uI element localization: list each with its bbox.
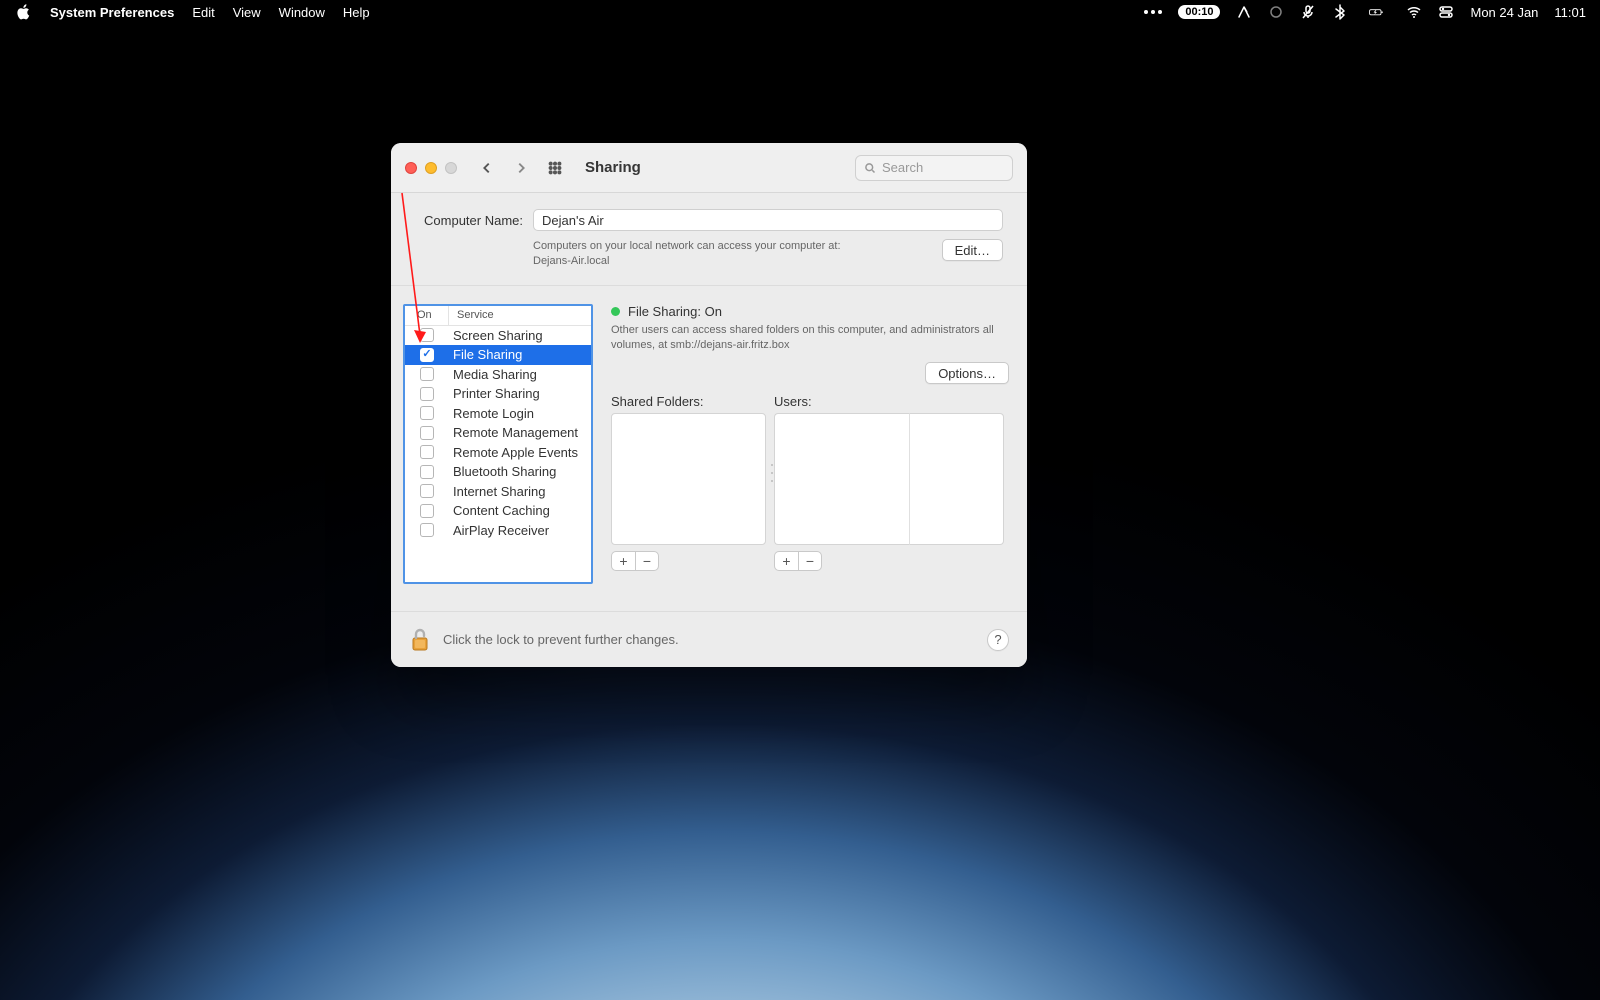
timer-pill[interactable]: 00:10 — [1178, 5, 1220, 19]
service-row-remote-management[interactable]: Remote Management — [405, 423, 591, 443]
add-folder-button[interactable]: + — [611, 551, 635, 571]
service-checkbox[interactable] — [420, 465, 434, 479]
computer-name-label: Computer Name: — [415, 213, 523, 228]
service-row-internet-sharing[interactable]: Internet Sharing — [405, 482, 591, 502]
control-center-icon[interactable] — [1438, 4, 1454, 20]
service-row-screen-sharing[interactable]: Screen Sharing — [405, 326, 591, 346]
zoom-button[interactable] — [445, 162, 457, 174]
bluetooth-icon[interactable] — [1332, 4, 1348, 20]
users-label: Users: — [774, 394, 1004, 409]
traffic-lights — [405, 162, 457, 174]
service-row-airplay-receiver[interactable]: AirPlay Receiver — [405, 521, 591, 541]
service-row-media-sharing[interactable]: Media Sharing — [405, 365, 591, 385]
status-description: Other users can access shared folders on… — [611, 323, 1009, 353]
menu-help[interactable]: Help — [343, 5, 370, 20]
apple-menu-icon[interactable] — [16, 4, 32, 20]
options-button[interactable]: Options… — [925, 362, 1009, 384]
service-checkbox[interactable] — [420, 484, 434, 498]
service-row-remote-apple-events[interactable]: Remote Apple Events — [405, 443, 591, 463]
menubar-date[interactable]: Mon 24 Jan — [1470, 5, 1538, 20]
lock-icon[interactable] — [409, 627, 431, 653]
service-checkbox[interactable] — [420, 523, 434, 537]
window-title: Sharing — [585, 159, 641, 176]
service-checkbox[interactable]: ✓ — [420, 348, 434, 362]
computer-name-desc: Computers on your local network can acce… — [533, 239, 932, 269]
menu-window[interactable]: Window — [279, 5, 325, 20]
service-checkbox[interactable] — [420, 328, 434, 342]
window-toolbar: Sharing Search — [391, 143, 1027, 193]
service-row-content-caching[interactable]: Content Caching — [405, 501, 591, 521]
status-title: File Sharing: On — [628, 304, 722, 319]
service-label: Screen Sharing — [449, 328, 591, 343]
service-label: Media Sharing — [449, 367, 591, 382]
window-footer: Click the lock to prevent further change… — [391, 611, 1027, 667]
app-name[interactable]: System Preferences — [50, 5, 174, 20]
computer-name-field[interactable]: Dejan's Air — [533, 209, 1003, 231]
minimize-button[interactable] — [425, 162, 437, 174]
service-checkbox[interactable] — [420, 367, 434, 381]
forward-button — [509, 156, 533, 180]
back-button[interactable] — [475, 156, 499, 180]
services-list[interactable]: On Service Screen Sharing ✓ File Sharing Me… — [403, 304, 593, 584]
service-label: Remote Management — [449, 425, 591, 440]
sharing-main: On Service Screen Sharing ✓ File Sharing Me… — [391, 286, 1027, 611]
remove-user-button[interactable]: − — [798, 551, 822, 571]
service-label: Internet Sharing — [449, 484, 591, 499]
users-list[interactable] — [774, 413, 909, 545]
system-preferences-window: Sharing Search Computer Name: Dejan's Ai… — [391, 143, 1027, 667]
help-button[interactable]: ? — [987, 629, 1009, 651]
permissions-list[interactable] — [909, 413, 1004, 545]
service-checkbox[interactable] — [420, 426, 434, 440]
service-row-file-sharing[interactable]: ✓ File Sharing — [405, 345, 591, 365]
menubar: System Preferences Edit View Window Help… — [0, 0, 1600, 24]
service-label: Printer Sharing — [449, 386, 591, 401]
shared-folders-label: Shared Folders: — [611, 394, 766, 409]
service-row-bluetooth-sharing[interactable]: Bluetooth Sharing — [405, 462, 591, 482]
edit-hostname-button[interactable]: Edit… — [942, 239, 1003, 261]
menu-view[interactable]: View — [233, 5, 261, 20]
service-detail-panel: File Sharing: On Other users can access … — [611, 304, 1009, 599]
service-checkbox[interactable] — [420, 445, 434, 459]
service-checkbox[interactable] — [420, 504, 434, 518]
computer-name-section: Computer Name: Dejan's Air Computers on … — [391, 193, 1027, 286]
service-label: Remote Login — [449, 406, 591, 421]
wifi-icon[interactable] — [1406, 4, 1422, 20]
shared-folders-list[interactable] — [611, 413, 766, 545]
service-label: File Sharing — [449, 347, 591, 362]
service-checkbox[interactable] — [420, 406, 434, 420]
add-user-button[interactable]: + — [774, 551, 798, 571]
service-label: Bluetooth Sharing — [449, 464, 591, 479]
close-button[interactable] — [405, 162, 417, 174]
app-status-icon[interactable] — [1236, 4, 1252, 20]
remove-folder-button[interactable]: − — [635, 551, 659, 571]
service-label: Content Caching — [449, 503, 591, 518]
mic-muted-icon[interactable] — [1300, 4, 1316, 20]
menu-edit[interactable]: Edit — [192, 5, 214, 20]
search-placeholder: Search — [882, 160, 923, 175]
status-dot-icon — [611, 307, 620, 316]
col-header-on[interactable]: On — [405, 306, 449, 325]
search-icon — [864, 162, 876, 174]
service-checkbox[interactable] — [420, 387, 434, 401]
search-field[interactable]: Search — [855, 155, 1013, 181]
battery-icon[interactable] — [1364, 4, 1390, 20]
service-label: Remote Apple Events — [449, 445, 591, 460]
circle-status-icon[interactable] — [1268, 4, 1284, 20]
column-resize-handle[interactable] — [770, 464, 774, 482]
service-label: AirPlay Receiver — [449, 523, 591, 538]
overflow-menu-icon[interactable] — [1144, 10, 1162, 14]
lock-text: Click the lock to prevent further change… — [443, 632, 679, 647]
show-all-button[interactable] — [543, 156, 567, 180]
service-row-printer-sharing[interactable]: Printer Sharing — [405, 384, 591, 404]
service-row-remote-login[interactable]: Remote Login — [405, 404, 591, 424]
col-header-service[interactable]: Service — [449, 306, 591, 325]
menubar-time[interactable]: 11:01 — [1554, 5, 1586, 20]
